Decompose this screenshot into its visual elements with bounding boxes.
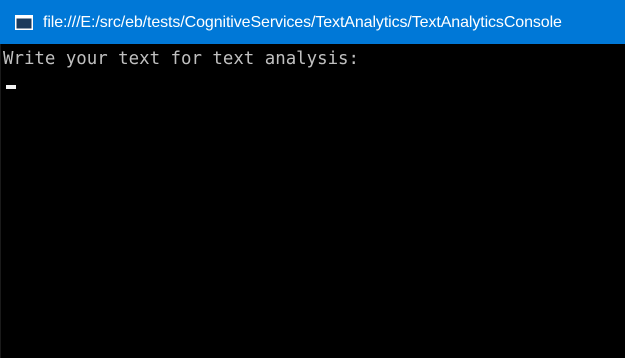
text-cursor bbox=[6, 85, 16, 89]
title-bar[interactable]: file:///E:/src/eb/tests/CognitiveService… bbox=[0, 0, 625, 44]
window-title: file:///E:/src/eb/tests/CognitiveService… bbox=[43, 13, 562, 31]
prompt-text: Write your text for text analysis: bbox=[3, 49, 359, 69]
console-window: file:///E:/src/eb/tests/CognitiveService… bbox=[0, 0, 625, 358]
console-input-line[interactable] bbox=[3, 72, 603, 94]
console-output-area[interactable]: Write your text for text analysis: bbox=[0, 44, 625, 358]
console-app-icon bbox=[14, 14, 34, 30]
